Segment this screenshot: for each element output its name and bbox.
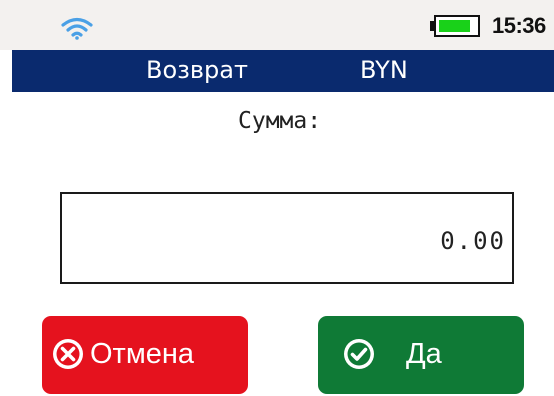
amount-input[interactable]: 0.00: [60, 192, 514, 284]
cancel-button-label: Отмена: [90, 338, 195, 370]
ok-button[interactable]: Да: [318, 316, 524, 394]
x-circle-icon: [53, 339, 83, 369]
battery-icon: [430, 15, 484, 39]
wifi-icon: [61, 17, 93, 40]
battery-fill: [439, 20, 470, 32]
cancel-button[interactable]: Отмена: [42, 316, 248, 394]
battery-body: [434, 15, 480, 37]
check-circle-icon: [344, 339, 374, 369]
status-time: 15:36: [492, 13, 546, 38]
ok-button-label: Да: [406, 338, 442, 370]
header-currency: BYN: [360, 56, 408, 84]
amount-value: 0.00: [440, 227, 506, 255]
status-bar: 15:36: [0, 0, 554, 50]
amount-label: Сумма:: [238, 108, 322, 134]
header-title: Возврат: [146, 56, 248, 84]
payment-terminal-screen: 15:36 Возврат BYN Сумма: 0.00 Отмена Да: [0, 0, 554, 396]
header-bar: Возврат BYN: [12, 50, 554, 92]
